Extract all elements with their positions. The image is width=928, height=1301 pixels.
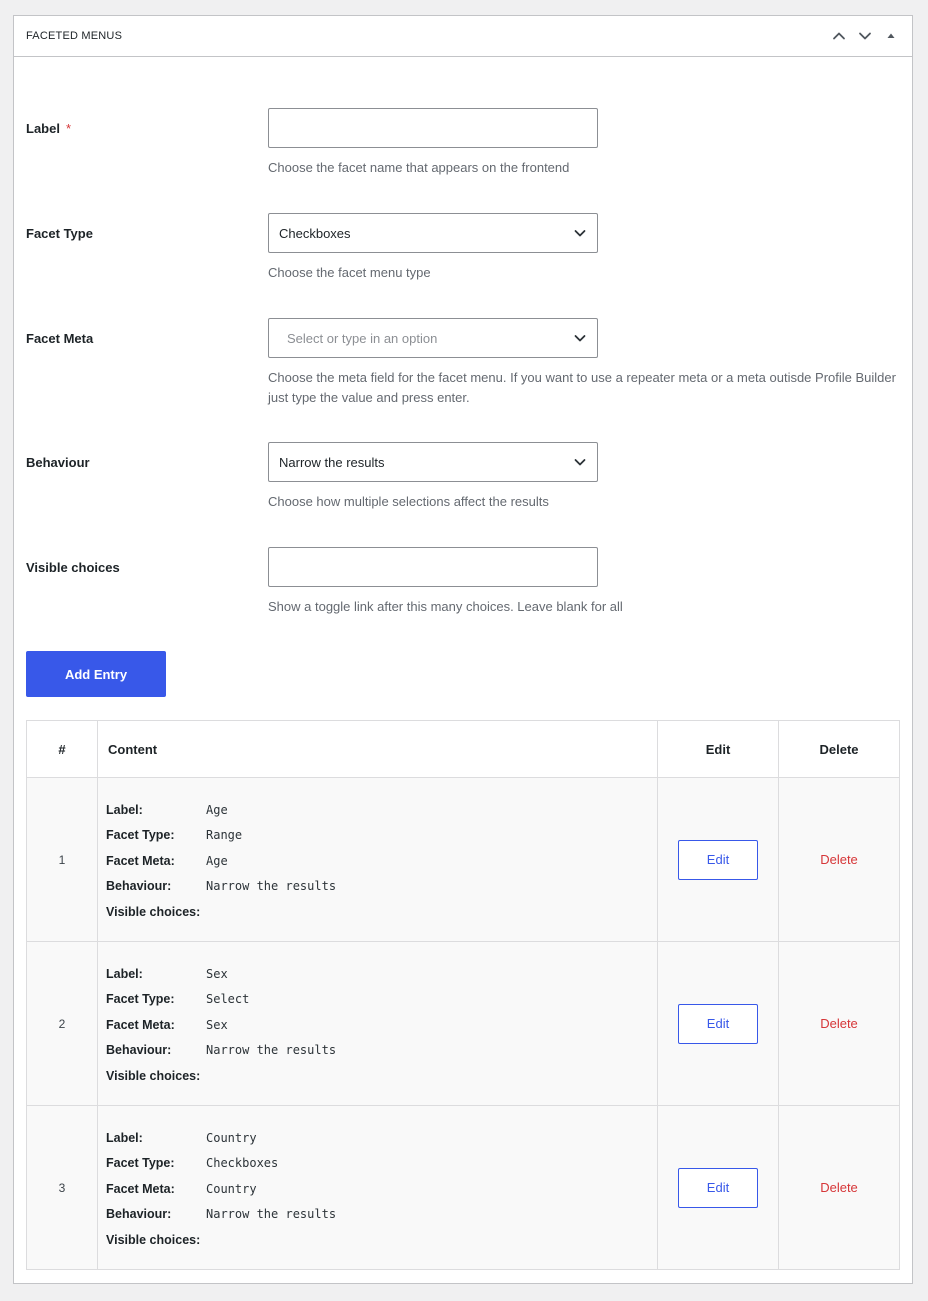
required-mark: *: [65, 121, 72, 136]
behaviour-label: Behaviour: [26, 455, 90, 470]
facet-meta-row: Facet Meta Select or type in an option C…: [26, 318, 902, 418]
facet-meta-label: Facet Meta: [26, 331, 94, 346]
facet-meta-help: Choose the meta field for the facet menu…: [268, 370, 896, 405]
chevron-down-icon: [573, 226, 587, 240]
entry-key-facet-meta: Facet Meta:: [106, 853, 175, 868]
visible-choices-label: Visible choices: [26, 560, 120, 575]
row-content: Label: Country Facet Type: Checkboxes Face…: [97, 1105, 658, 1270]
row-num: 3: [26, 1105, 98, 1270]
table-row: 1 Label: Age Facet Type: Range Facet Meta:…: [26, 777, 900, 942]
add-entry-button[interactable]: Add Entry: [26, 651, 166, 697]
table-header-row: # Content Edit Delete: [26, 720, 900, 778]
table-row: 2 Label: Sex Facet Type: Select Facet Meta…: [26, 941, 900, 1106]
entry-key-facet-meta: Facet Meta:: [106, 1017, 175, 1032]
chevron-down-icon: [859, 32, 871, 40]
delete-link[interactable]: Delete: [820, 1016, 858, 1031]
entry-key-label: Label:: [106, 966, 143, 981]
facet-type-select[interactable]: Checkboxes: [268, 213, 598, 253]
edit-button[interactable]: Edit: [678, 1167, 758, 1208]
visible-choices-help: Show a toggle link after this many choic…: [268, 599, 623, 614]
entry-value-behaviour: Narrow the results: [206, 1207, 337, 1221]
edit-button[interactable]: Edit: [678, 1003, 758, 1044]
panel-header: FACETED MENUS: [14, 16, 912, 57]
entry-key-facet-type: Facet Type:: [106, 828, 175, 842]
label-row: Label * Choose the facet name that appear…: [26, 108, 902, 188]
facet-type-value: Checkboxes: [279, 225, 351, 241]
delete-link[interactable]: Delete: [820, 1180, 858, 1195]
move-down-button[interactable]: [856, 27, 874, 45]
entry-value-label: Sex: [206, 966, 228, 981]
row-content: Label: Age Facet Type: Range Facet Meta: Ag…: [97, 777, 658, 942]
entry-key-label: Label:: [106, 1130, 143, 1145]
label-field-label: Label *: [26, 121, 72, 136]
delete-link[interactable]: Delete: [820, 852, 858, 867]
entry-value-label: Age: [206, 802, 228, 817]
behaviour-row: Behaviour Narrow the results Choose how …: [26, 442, 902, 522]
entry-key-facet-meta: Facet Meta:: [106, 1181, 175, 1196]
row-delete-cell: Delete: [778, 941, 900, 1106]
header-num: #: [26, 720, 98, 778]
move-up-button[interactable]: [830, 27, 848, 45]
entry-value-facet-meta: Sex: [206, 1017, 228, 1032]
panel-title: FACETED MENUS: [26, 30, 123, 42]
header-content: Content: [97, 720, 658, 778]
chevron-down-icon: [573, 331, 587, 345]
entry-key-visible-choices: Visible choices:: [106, 904, 201, 919]
entry-key-behaviour: Behaviour:: [106, 1207, 172, 1221]
facet-type-row: Facet Type Checkboxes Choose the facet m…: [26, 213, 902, 293]
header-edit: Edit: [657, 720, 779, 778]
caret-up-icon: [887, 33, 895, 38]
entry-value-behaviour: Narrow the results: [206, 879, 337, 893]
entry-key-visible-choices: Visible choices:: [106, 1068, 201, 1083]
behaviour-help: Choose how multiple selections affect th…: [268, 494, 549, 509]
entries-table: # Content Edit Delete 1 Label: Age Facet …: [26, 720, 900, 1270]
row-num: 1: [26, 777, 98, 942]
entry-key-facet-type: Facet Type:: [106, 992, 175, 1006]
entry-key-facet-type: Facet Type:: [106, 1156, 175, 1170]
entry-value-facet-type: Range: [206, 828, 243, 842]
entry-key-behaviour: Behaviour:: [106, 879, 172, 893]
facet-meta-select[interactable]: Select or type in an option: [268, 318, 598, 358]
table-row: 3 Label: Country Facet Type: Checkboxes Fa…: [26, 1105, 900, 1270]
entry-value-label: Country: [206, 1130, 257, 1145]
entry-key-behaviour: Behaviour:: [106, 1043, 172, 1057]
label-input[interactable]: [268, 108, 598, 148]
entry-value-facet-meta: Age: [206, 853, 228, 868]
behaviour-select[interactable]: Narrow the results: [268, 442, 598, 482]
entry-value-facet-type: Select: [206, 992, 250, 1006]
entry-value-facet-type: Checkboxes: [206, 1156, 279, 1170]
facet-type-help: Choose the facet menu type: [268, 265, 431, 280]
chevron-up-icon: [833, 32, 845, 40]
entry-key-label: Label:: [106, 802, 143, 817]
header-delete: Delete: [778, 720, 900, 778]
row-edit-cell: Edit: [657, 777, 779, 942]
facet-type-label: Facet Type: [26, 226, 93, 241]
behaviour-value: Narrow the results: [279, 454, 385, 470]
toggle-panel-button[interactable]: [882, 27, 900, 45]
row-content: Label: Sex Facet Type: Select Facet Meta: S…: [97, 941, 658, 1106]
visible-choices-input[interactable]: [268, 547, 598, 587]
entry-key-visible-choices: Visible choices:: [106, 1232, 201, 1247]
panel-header-actions: [830, 27, 900, 45]
facet-meta-placeholder: Select or type in an option: [287, 330, 438, 346]
row-delete-cell: Delete: [778, 1105, 900, 1270]
row-num: 2: [26, 941, 98, 1106]
edit-button[interactable]: Edit: [678, 839, 758, 880]
faceted-menus-panel: FACETED MENUS Label * Choose the facet na…: [13, 15, 913, 1284]
chevron-down-icon: [573, 455, 587, 469]
label-help: Choose the facet name that appears on th…: [268, 160, 570, 175]
entry-value-facet-meta: Country: [206, 1181, 257, 1196]
row-edit-cell: Edit: [657, 1105, 779, 1270]
row-delete-cell: Delete: [778, 777, 900, 942]
row-edit-cell: Edit: [657, 941, 779, 1106]
entry-value-behaviour: Narrow the results: [206, 1043, 337, 1057]
visible-choices-row: Visible choices Show a toggle link after…: [26, 547, 902, 627]
